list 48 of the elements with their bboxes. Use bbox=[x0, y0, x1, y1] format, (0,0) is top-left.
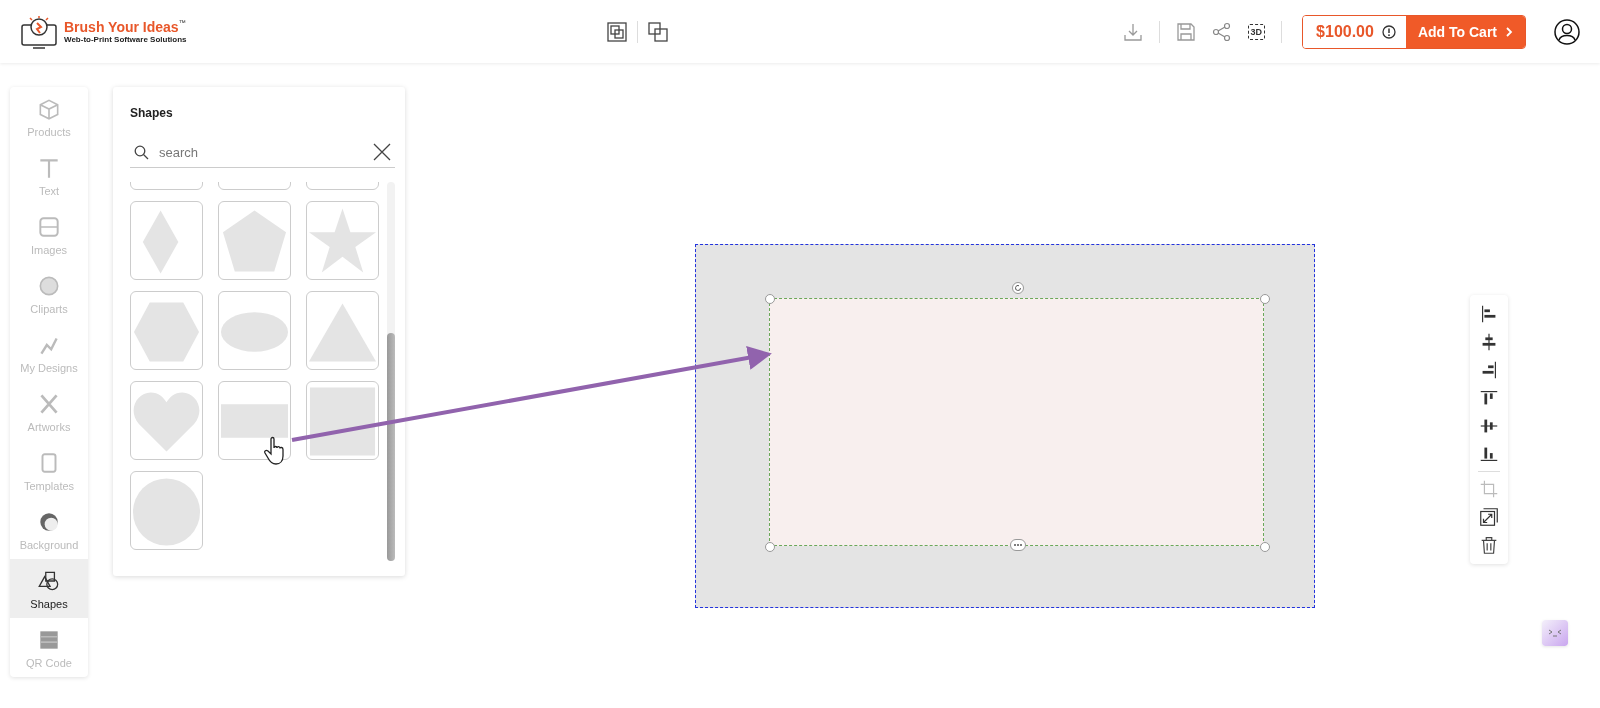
resize-handle[interactable] bbox=[765, 542, 775, 552]
shape-tile[interactable] bbox=[306, 291, 379, 370]
shape-tile[interactable] bbox=[130, 471, 203, 550]
close-icon[interactable] bbox=[373, 143, 391, 161]
resize-handle[interactable] bbox=[1260, 542, 1270, 552]
sidebar-item[interactable]: QR Code bbox=[10, 618, 88, 677]
sidebar-item[interactable]: Cliparts bbox=[10, 264, 88, 323]
save-icon[interactable] bbox=[1175, 21, 1196, 42]
crop-icon[interactable] bbox=[1478, 478, 1500, 500]
shape-tile[interactable] bbox=[130, 291, 203, 370]
sidebar-item[interactable]: Images bbox=[10, 205, 88, 264]
resize-icon[interactable] bbox=[1478, 506, 1500, 528]
lightbulb-monitor-icon bbox=[20, 14, 60, 49]
price: $100.00 bbox=[1316, 22, 1374, 41]
panel-title: Shapes bbox=[130, 106, 174, 120]
shape-tile[interactable] bbox=[218, 291, 291, 370]
sidebar-item[interactable]: Artworks bbox=[10, 382, 88, 441]
shape-tile[interactable] bbox=[306, 201, 379, 280]
scrollbar[interactable] bbox=[387, 182, 395, 561]
assistant-widget-icon[interactable] bbox=[1542, 620, 1568, 646]
shape-tile[interactable] bbox=[218, 201, 291, 280]
search-icon bbox=[134, 144, 149, 160]
rotate-handle-icon[interactable] bbox=[1012, 282, 1024, 294]
shape-tile[interactable] bbox=[130, 381, 203, 460]
info-icon[interactable] bbox=[1381, 24, 1396, 39]
group-icon[interactable] bbox=[606, 21, 627, 42]
3d-view-button[interactable]: 3D bbox=[1247, 23, 1266, 40]
ungroup-icon[interactable] bbox=[647, 21, 668, 42]
sidebar-item[interactable]: Text bbox=[10, 146, 88, 205]
add-to-cart-button[interactable]: Add To Cart bbox=[1405, 15, 1525, 48]
share-icon[interactable] bbox=[1211, 21, 1232, 42]
sidebar-item[interactable]: Products bbox=[10, 87, 88, 146]
shape-tile[interactable] bbox=[218, 381, 291, 460]
sidebar-item[interactable]: Background bbox=[10, 500, 88, 559]
resize-handle[interactable] bbox=[765, 294, 775, 304]
download-icon[interactable] bbox=[1122, 21, 1143, 42]
brand-name: Brush Your Ideas bbox=[64, 19, 179, 35]
resize-handle[interactable] bbox=[1260, 294, 1270, 304]
more-handle-icon[interactable] bbox=[1010, 539, 1026, 551]
sidebar-item[interactable]: My Designs bbox=[10, 323, 88, 382]
shape-tile[interactable] bbox=[306, 381, 379, 460]
chevron-right-icon bbox=[1505, 26, 1513, 37]
search-field[interactable]: search bbox=[157, 143, 365, 161]
user-icon[interactable] bbox=[1554, 18, 1580, 45]
shape-tile[interactable] bbox=[130, 201, 203, 280]
sidebar-item[interactable]: Templates bbox=[10, 441, 88, 500]
tagline: Web-to-Print Software Solutions bbox=[64, 35, 187, 44]
sidebar-item[interactable]: Shapes bbox=[10, 559, 88, 618]
